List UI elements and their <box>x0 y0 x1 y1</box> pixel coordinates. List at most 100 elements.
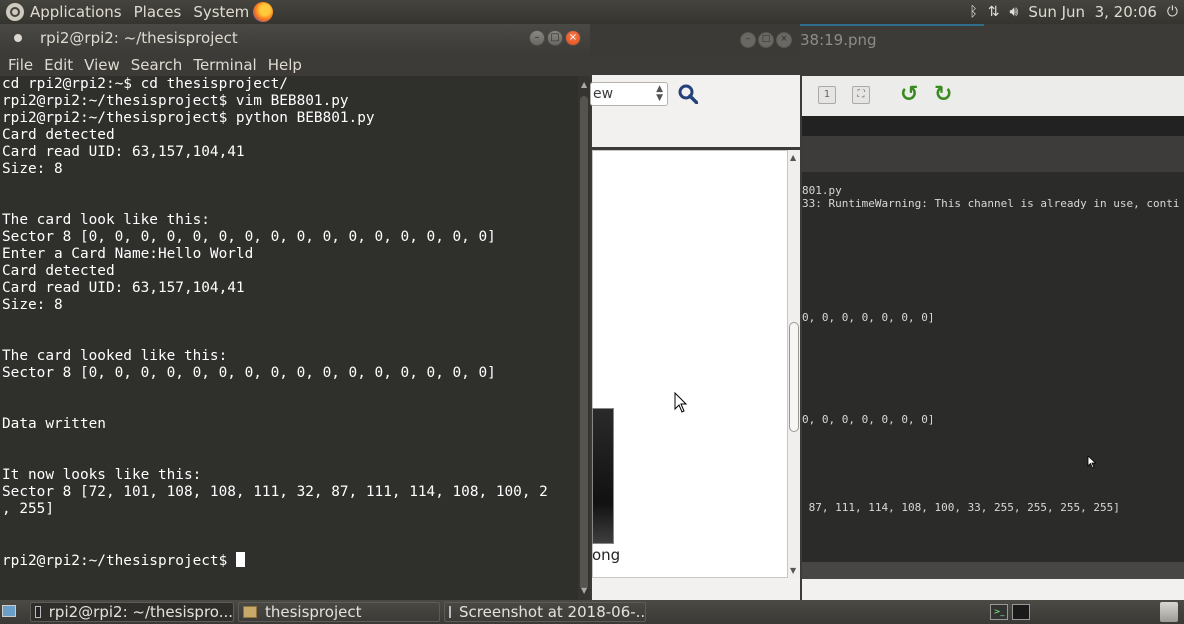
task-terminal[interactable]: rpi2@rpi2: ~/thesispro... <box>30 602 234 622</box>
view-select[interactable]: ew ▲ ▼ <box>590 82 668 106</box>
fullscreen-icon[interactable]: ⛶ <box>852 86 870 104</box>
file-thumbnail[interactable] <box>592 408 614 544</box>
file-browser-scroll-thumb[interactable] <box>789 322 799 432</box>
terminal-titlebar[interactable]: rpi2@rpi2: ~/thesisproject – □ × <box>0 24 590 53</box>
file-browser-statusbar <box>592 578 800 600</box>
firefox-icon[interactable] <box>253 2 274 22</box>
rotate-right-icon[interactable]: ↻ <box>934 84 952 106</box>
terminal-line: Size: 8 <box>2 297 63 313</box>
terminal-output[interactable]: cd rpi2@rpi2:~$ cd thesisproject/rpi2@rp… <box>0 76 578 600</box>
menu-search[interactable]: Search <box>131 56 183 74</box>
terminal-line: Size: 8 <box>2 161 63 177</box>
terminal-app-icon <box>14 34 22 42</box>
spin-arrows-icon: ▲ ▼ <box>656 84 663 103</box>
menu-view[interactable]: View <box>84 56 120 74</box>
fit-icon[interactable]: 1 <box>818 86 836 104</box>
rotate-left-icon[interactable]: ↺ <box>900 84 918 106</box>
terminal-line: Sector 8 [0, 0, 0, 0, 0, 0, 0, 0, 0, 0, … <box>2 365 496 381</box>
menu-places[interactable]: Places <box>134 3 182 21</box>
task-label: thesisproject <box>265 603 362 621</box>
terminal-text: cd rpi2@rpi2:~$ cd thesisproject/rpi2@rp… <box>0 76 578 570</box>
view-select-value: ew <box>593 86 614 102</box>
terminal-scroll-thumb[interactable] <box>580 96 588 590</box>
menu-terminal[interactable]: Terminal <box>193 56 256 74</box>
menu-help[interactable]: Help <box>268 56 302 74</box>
terminal-line: Enter a Card Name:Hello World <box>2 246 254 262</box>
terminal-line: Sector 8 [0, 0, 0, 0, 0, 0, 0, 0, 0, 0, … <box>2 229 496 245</box>
scroll-up-icon[interactable]: ▲ <box>581 80 587 89</box>
terminal-line: cd rpi2@rpi2:~$ cd thesisproject/ <box>2 76 288 92</box>
bottom-panel: rpi2@rpi2: ~/thesispro... thesisproject … <box>0 600 1184 624</box>
image-viewer-titlebar[interactable]: 38:19.png <box>800 24 1184 54</box>
search-icon[interactable] <box>678 84 698 104</box>
minimize-icon[interactable]: – <box>740 32 756 48</box>
show-desktop-icon[interactable] <box>2 605 16 617</box>
file-thumbnail-label[interactable]: ong <box>592 546 620 564</box>
terminal-cursor <box>235 552 245 567</box>
image-text-line: 33: RuntimeWarning: This channel is alre… <box>802 197 1180 210</box>
terminal-line: Card detected <box>2 263 115 279</box>
terminal-line: The card look like this: <box>2 212 210 228</box>
trash-icon[interactable] <box>1160 602 1178 622</box>
workspace-1[interactable]: >_ <box>990 604 1008 620</box>
clock[interactable]: Sun Jun 3, 20:06 <box>1028 3 1157 21</box>
file-browser-content[interactable] <box>592 150 788 578</box>
scroll-down-icon[interactable]: ▼ <box>581 586 587 595</box>
maximize-icon[interactable]: □ <box>758 32 774 48</box>
image-text-line: 87, 111, 114, 108, 100, 33, 255, 255, 25… <box>802 501 1120 514</box>
terminal-line: rpi2@rpi2:~/thesisproject$ <box>2 552 578 570</box>
scroll-down-icon[interactable]: ▼ <box>790 566 796 575</box>
file-browser-titlebar[interactable]: – □ × <box>590 24 800 54</box>
image-viewer-window <box>800 54 1184 76</box>
network-icon[interactable]: ⇅ <box>988 4 1000 20</box>
image-text-line: 801.py <box>802 184 842 197</box>
terminal-window: rpi2@rpi2: ~/thesisproject – □ × File Ed… <box>0 24 590 600</box>
power-icon[interactable]: ⏻ <box>1167 4 1178 20</box>
terminal-line: rpi2@rpi2:~/thesisproject$ python BEB801… <box>2 110 375 126</box>
terminal-icon <box>35 606 41 618</box>
close-icon[interactable]: × <box>776 32 792 48</box>
terminal-line: Card detected <box>2 127 115 143</box>
tray: ᛒ ⇅ 🔊︎ Sun Jun 3, 20:06 ⏻ <box>969 0 1178 24</box>
folder-icon <box>243 606 257 618</box>
terminal-line: , 255] <box>2 501 54 517</box>
volume-icon[interactable]: 🔊︎ <box>1010 4 1019 20</box>
menu-system[interactable]: System <box>193 3 249 21</box>
task-label: Screenshot at 2018-06-... <box>459 603 646 621</box>
terminal-line: rpi2@rpi2:~/thesisproject$ vim BEB801.py <box>2 93 349 109</box>
image-viewer-toolbar: 1 ⛶ ↺ ↻ <box>802 76 1184 117</box>
workspace-2[interactable] <box>1012 604 1030 620</box>
ubuntu-logo-icon[interactable] <box>6 3 24 21</box>
image-viewer-statusbar <box>802 579 1184 600</box>
image-text-line: 0, 0, 0, 0, 0, 0, 0] <box>802 311 935 324</box>
menu-applications[interactable]: Applications <box>30 3 122 21</box>
maximize-icon[interactable]: □ <box>547 30 563 46</box>
image-canvas[interactable]: 801.py 33: RuntimeWarning: This channel … <box>802 116 1184 579</box>
task-image-viewer[interactable]: Screenshot at 2018-06-... <box>444 602 646 622</box>
menu-file[interactable]: File <box>8 56 33 74</box>
terminal-line: Data written <box>2 416 106 432</box>
bluetooth-icon[interactable]: ᛒ <box>969 4 977 20</box>
image-icon <box>449 606 451 618</box>
terminal-line: The card looked like this: <box>2 348 228 364</box>
terminal-line: Card read UID: 63,157,104,41 <box>2 144 245 160</box>
scroll-up-icon[interactable]: ▲ <box>790 153 796 162</box>
task-label: rpi2@rpi2: ~/thesispro... <box>48 603 233 621</box>
top-panel: Applications Places System ᛒ ⇅ 🔊︎ Sun Ju… <box>0 0 1184 24</box>
image-text-line: 0, 0, 0, 0, 0, 0, 0] <box>802 413 935 426</box>
mouse-pointer-icon <box>1087 455 1097 469</box>
task-file-browser[interactable]: thesisproject <box>238 602 440 622</box>
terminal-line: It now looks like this: <box>2 467 202 483</box>
close-icon[interactable]: × <box>565 30 581 46</box>
minimize-icon[interactable]: – <box>529 30 545 46</box>
menu-edit[interactable]: Edit <box>44 56 73 74</box>
